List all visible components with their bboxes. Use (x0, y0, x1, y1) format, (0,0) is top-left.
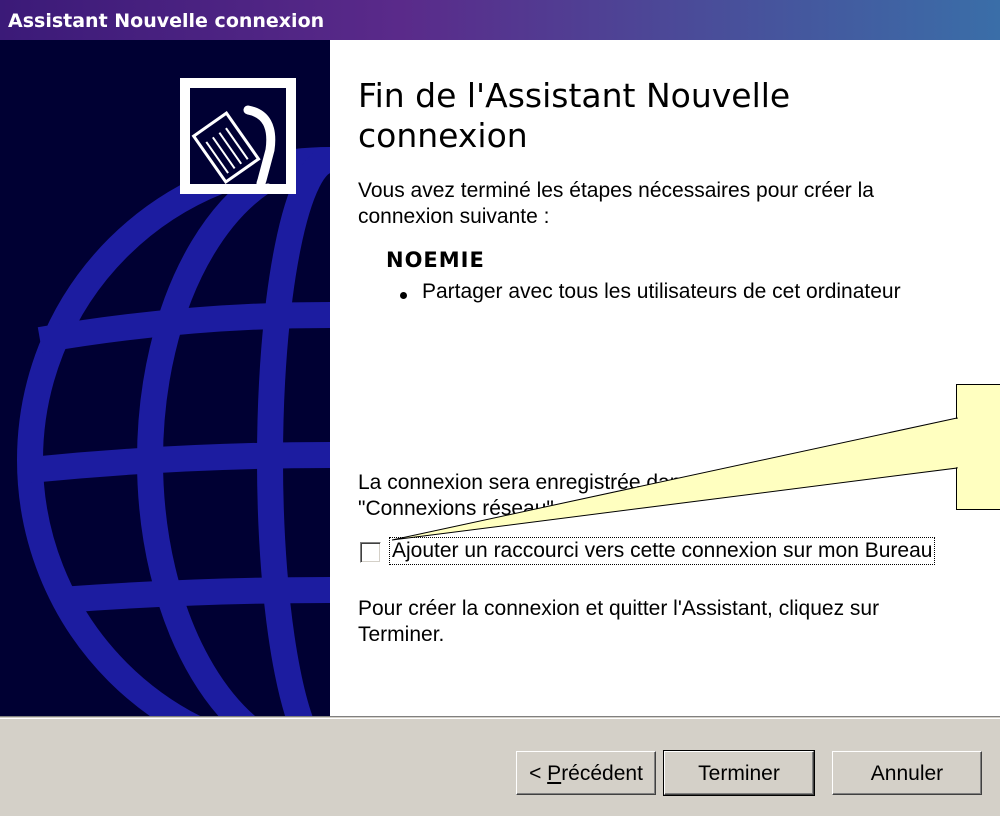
finish-button[interactable]: Terminer (663, 750, 815, 796)
callout-pointer (391, 417, 959, 541)
back-button[interactable]: < Précédent (516, 751, 656, 795)
cancel-button[interactable]: Annuler (832, 751, 982, 795)
button-bar: < Précédent Terminer Annuler (0, 719, 1000, 816)
